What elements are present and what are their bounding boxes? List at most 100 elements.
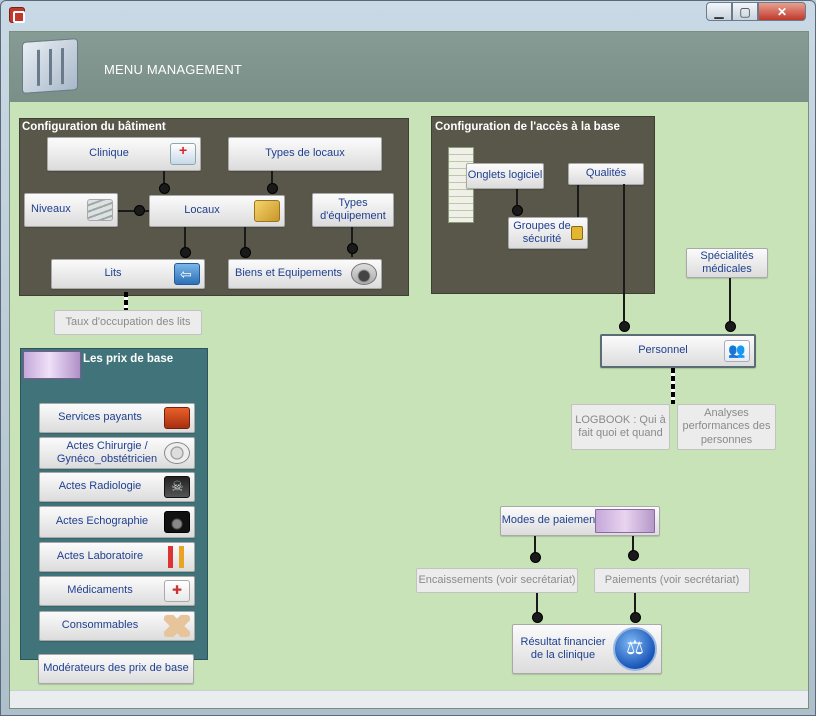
specialites-medicales-label: Spécialités médicales	[700, 249, 754, 275]
locaux-label: Locaux	[184, 204, 220, 217]
management-logo-icon	[22, 38, 78, 94]
building-config-title: Configuration du bâtiment	[22, 121, 166, 133]
analyses-performances-label: Analyses performances des personnes	[682, 407, 771, 446]
clinique-button[interactable]: Clinique	[47, 137, 201, 171]
modes-paiement-label: Modes de paiement	[501, 514, 599, 527]
base-prices-panel: Les prix de base Services payants Actes …	[20, 348, 208, 660]
access-config-panel: Configuration de l'accès à la base Ongle…	[431, 116, 655, 294]
moderateurs-prix-button[interactable]: Modérateurs des prix de base	[38, 654, 194, 684]
price-item-label: Actes Echographie	[55, 515, 149, 528]
layers-icon	[87, 199, 113, 221]
qualites-button[interactable]: Qualités	[568, 163, 644, 185]
biens-equipements-button[interactable]: Biens et Equipements	[228, 259, 382, 289]
logbook-button[interactable]: LOGBOOK : Qui à fait quoi et quand	[571, 404, 670, 450]
medicine-icon	[164, 580, 190, 602]
menu-client-area: MENU MANAGEMENT Configuration du bâtimen…	[9, 31, 809, 709]
actes-echographie-button[interactable]: Actes Echographie	[39, 506, 195, 538]
paiements-button[interactable]: Paiements (voir secrétariat)	[594, 568, 750, 593]
taux-occupation-button[interactable]: Taux d'occupation des lits	[54, 310, 202, 335]
onglets-logiciel-label: Onglets logiciel	[467, 169, 543, 182]
groupes-securite-button[interactable]: Groupes de sécurité	[508, 217, 588, 249]
biens-equipements-label: Biens et Equipements	[235, 267, 343, 280]
types-locaux-label: Types de locaux	[265, 147, 345, 160]
wheelchair-icon	[351, 263, 377, 285]
connector-dot	[159, 183, 170, 194]
niveaux-label: Niveaux	[31, 203, 71, 216]
price-item-label: Actes Chirurgie / Gynéco_obstétricien	[56, 439, 158, 465]
building-config-panel: Configuration du bâtiment Clinique Types…	[19, 118, 409, 296]
consommables-button[interactable]: Consommables	[39, 611, 195, 641]
page-title: MENU MANAGEMENT	[104, 62, 243, 77]
test-tubes-icon	[164, 546, 190, 568]
groupes-securite-label: Groupes de sécurité	[513, 219, 571, 245]
connector-dot	[530, 552, 541, 563]
encaissements-button[interactable]: Encaissements (voir secrétariat)	[416, 568, 578, 593]
niveaux-button[interactable]: Niveaux	[24, 193, 118, 227]
banknote-icon	[595, 509, 655, 533]
price-item-label: Actes Laboratoire	[56, 550, 144, 563]
app-window: ▁ ▢ ✕ MENU MANAGEMENT Configuration du b…	[0, 0, 816, 716]
onglets-logiciel-button[interactable]: Onglets logiciel	[466, 163, 544, 189]
surgery-tools-icon	[164, 442, 190, 464]
modes-paiement-button[interactable]: Modes de paiement	[500, 506, 660, 536]
title-bar[interactable]: ▁ ▢ ✕	[1, 1, 816, 29]
connector-dot	[725, 321, 736, 332]
types-equipement-button[interactable]: Types d'équipement	[312, 193, 394, 227]
specialites-medicales-button[interactable]: Spécialités médicales	[686, 248, 768, 278]
actes-radiologie-button[interactable]: Actes Radiologie	[39, 472, 195, 502]
clinique-label: Clinique	[89, 147, 129, 160]
minimize-button[interactable]: ▁	[706, 2, 732, 21]
staff-icon	[724, 340, 750, 362]
paiements-label: Paiements (voir secrétariat)	[604, 573, 740, 586]
connector-dot	[134, 205, 145, 216]
personnel-label: Personnel	[638, 344, 688, 357]
tv-icon	[164, 407, 190, 429]
price-item-label: Services payants	[58, 411, 142, 424]
medicaments-button[interactable]: Médicaments	[39, 576, 195, 606]
lits-label: Lits	[104, 267, 122, 280]
taux-occupation-label: Taux d'occupation des lits	[65, 315, 191, 328]
personnel-button[interactable]: Personnel	[600, 334, 756, 368]
maximize-button[interactable]: ▢	[732, 2, 758, 21]
connector-dot	[512, 205, 523, 216]
actes-chirurgie-button[interactable]: Actes Chirurgie / Gynéco_obstétricien	[39, 437, 195, 469]
app-icon	[9, 7, 25, 23]
types-equipement-label: Types d'équipement	[320, 196, 386, 222]
locaux-button[interactable]: Locaux	[149, 195, 285, 227]
types-locaux-button[interactable]: Types de locaux	[228, 137, 382, 171]
ultrasound-icon	[164, 511, 190, 533]
room-icon	[254, 200, 280, 222]
dashed-connector	[124, 292, 128, 310]
connector-dot	[347, 243, 358, 254]
base-prices-title: Les prix de base	[83, 353, 174, 365]
close-button[interactable]: ✕	[758, 2, 806, 21]
banknote-icon	[23, 351, 81, 379]
price-item-label: Consommables	[61, 619, 139, 632]
resultat-financier-label: Résultat financier de la clinique	[520, 635, 606, 661]
dashed-connector	[671, 368, 675, 404]
resultat-financier-button[interactable]: Résultat financier de la clinique	[512, 624, 662, 674]
connector-dot	[630, 612, 641, 623]
status-strip	[10, 690, 808, 708]
price-item-label: Actes Radiologie	[58, 480, 142, 493]
connector-dot	[532, 612, 543, 623]
balance-scale-icon	[613, 627, 657, 671]
analyses-performances-button[interactable]: Analyses performances des personnes	[677, 404, 776, 450]
moderateurs-prix-label: Modérateurs des prix de base	[43, 662, 189, 675]
price-item-label: Médicaments	[67, 584, 133, 597]
lock-icon	[571, 226, 583, 240]
connector-dot	[180, 247, 191, 258]
services-payants-button[interactable]: Services payants	[39, 403, 195, 433]
connector-dot	[267, 183, 278, 194]
lits-button[interactable]: Lits	[51, 259, 205, 289]
access-config-title: Configuration de l'accès à la base	[435, 121, 620, 133]
xray-skull-icon	[164, 476, 190, 498]
connector-dot	[628, 550, 639, 561]
hospital-icon	[170, 142, 196, 165]
actes-laboratoire-button[interactable]: Actes Laboratoire	[39, 542, 195, 572]
menu-header: MENU MANAGEMENT	[10, 32, 808, 102]
connector-dot	[240, 247, 251, 258]
bandage-icon	[164, 615, 190, 637]
bed-icon	[174, 263, 200, 285]
encaissements-label: Encaissements (voir secrétariat)	[418, 573, 576, 586]
